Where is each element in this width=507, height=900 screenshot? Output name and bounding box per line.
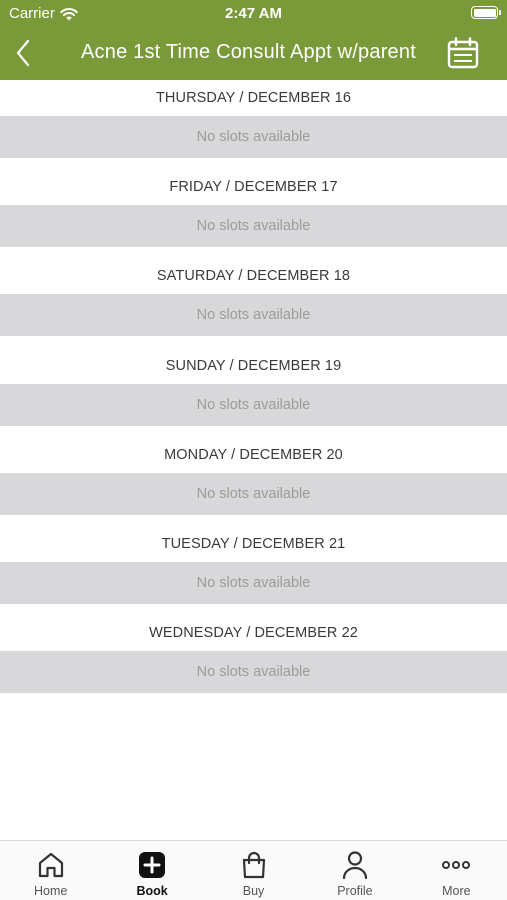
tab-profile[interactable]: Profile (304, 841, 405, 900)
day-section: MONDAY / DECEMBER 20 No slots available (0, 437, 507, 526)
day-header: THURSDAY / DECEMBER 16 (155, 90, 352, 106)
slots-empty-row: No slots available (0, 116, 507, 158)
slots-empty-row: No slots available (0, 561, 507, 604)
day-section: TUESDAY / DECEMBER 21 No slots available (0, 526, 507, 615)
slots-empty-row: No slots available (0, 472, 507, 515)
day-section: WEDNESDAY / DECEMBER 22 No slots availab… (0, 615, 507, 704)
day-section: SUNDAY / DECEMBER 19 No slots available (0, 348, 507, 437)
back-button[interactable] (10, 38, 36, 68)
calendar-button[interactable] (446, 37, 480, 69)
day-header: WEDNESDAY / DECEMBER 22 (149, 625, 358, 642)
day-header: TUESDAY / DECEMBER 21 (161, 535, 346, 552)
navigation-bar: Acne 1st Time Consult Appt w/parent (0, 28, 507, 80)
home-icon (38, 852, 63, 878)
slots-empty-row: No slots available (0, 205, 507, 248)
more-dots-icon (442, 861, 471, 869)
battery-icon (471, 6, 501, 19)
day-header: FRIDAY / DECEMBER 17 (169, 179, 338, 196)
day-header: SUNDAY / DECEMBER 19 (165, 357, 342, 374)
tab-home[interactable]: Home (0, 841, 101, 900)
tab-buy[interactable]: Buy (203, 841, 304, 900)
day-list: THURSDAY / DECEMBER 16 No slots availabl… (0, 80, 507, 704)
day-header: MONDAY / DECEMBER 20 (164, 446, 343, 463)
slots-empty-row: No slots available (0, 383, 507, 426)
person-icon (342, 851, 368, 880)
tab-label: Book (136, 884, 168, 898)
tab-label: Profile (337, 884, 373, 898)
day-section: THURSDAY / DECEMBER 16 No slots availabl… (0, 80, 507, 169)
status-bar: Carrier 2:47 AM (0, 0, 507, 28)
slots-empty-row: No slots available (0, 294, 507, 337)
calendar-icon (447, 37, 479, 69)
plus-square-icon (139, 852, 166, 878)
tab-bar: Home Book Buy Profile More (0, 840, 507, 900)
page-title: Acne 1st Time Consult Appt w/parent (81, 41, 416, 63)
day-header: SATURDAY / DECEMBER 18 (156, 268, 351, 285)
tab-label: Home (34, 884, 68, 898)
day-section: SATURDAY / DECEMBER 18 No slots availabl… (0, 258, 507, 347)
shopping-bag-icon (242, 851, 265, 879)
tab-more[interactable]: More (406, 841, 507, 900)
chevron-left-icon (16, 39, 30, 67)
app-header: Carrier 2:47 AM Acne 1st Time Consult Ap… (0, 0, 507, 80)
tab-label: Buy (242, 884, 265, 898)
day-section: FRIDAY / DECEMBER 17 No slots available (0, 169, 507, 258)
slots-empty-row: No slots available (0, 651, 507, 694)
tab-book[interactable]: Book (101, 841, 202, 900)
tab-label: More (442, 884, 471, 898)
status-time: 2:47 AM (225, 5, 282, 22)
